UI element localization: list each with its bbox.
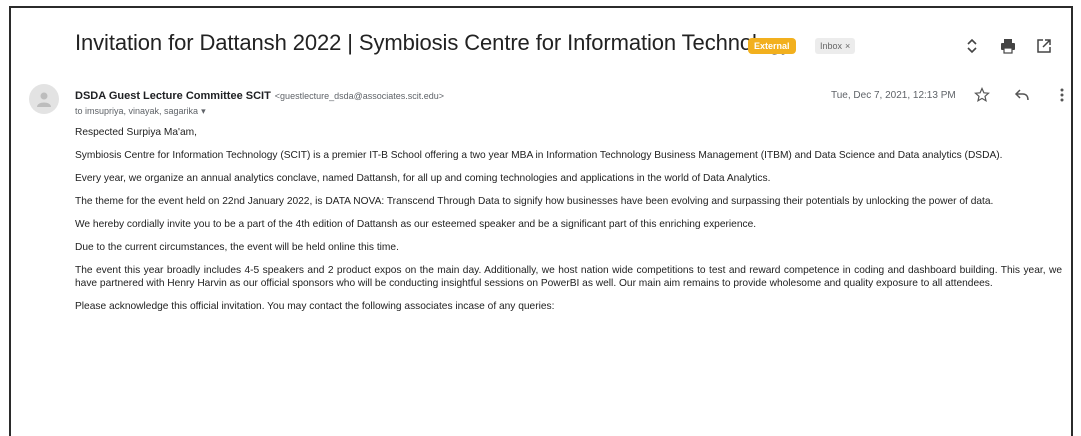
chevron-down-icon[interactable]: ▾ bbox=[201, 106, 206, 116]
external-label: External bbox=[748, 38, 796, 54]
unfold-icon[interactable] bbox=[961, 35, 983, 57]
star-icon[interactable] bbox=[971, 84, 993, 106]
body-paragraph: The event this year broadly includes 4-5… bbox=[75, 265, 1062, 289]
person-icon bbox=[29, 84, 59, 114]
email-body: Respected Surpiya Ma'am, Symbiosis Centr… bbox=[75, 126, 1062, 323]
subject-row: Invitation for Dattansh 2022 | Symbiosis… bbox=[75, 30, 1061, 62]
reply-icon[interactable] bbox=[1011, 84, 1033, 106]
sender-name[interactable]: DSDA Guest Lecture Committee SCIT bbox=[75, 90, 271, 102]
sender-line: DSDA Guest Lecture Committee SCIT <guestl… bbox=[75, 90, 444, 102]
more-vertical-icon[interactable] bbox=[1051, 84, 1071, 106]
remove-label-icon[interactable]: × bbox=[845, 41, 850, 51]
body-paragraph: We hereby cordially invite you to be a p… bbox=[75, 219, 757, 230]
sender-email: <guestlecture_dsda@associates.scit.edu> bbox=[274, 91, 445, 101]
body-paragraph: Please acknowledge this official invitat… bbox=[75, 301, 555, 312]
body-paragraph: Every year, we organize an annual analyt… bbox=[75, 173, 771, 184]
print-icon[interactable] bbox=[997, 35, 1019, 57]
inbox-label-text: Inbox bbox=[820, 41, 843, 51]
body-paragraph: Due to the current circumstances, the ev… bbox=[75, 242, 399, 253]
body-paragraph: The theme for the event held on 22nd Jan… bbox=[75, 196, 994, 207]
inbox-label[interactable]: Inbox × bbox=[815, 38, 856, 54]
email-subject: Invitation for Dattansh 2022 | Symbiosis… bbox=[75, 30, 792, 55]
body-paragraph: Symbiosis Centre for Information Technol… bbox=[75, 150, 1003, 161]
recipients-line: to imsupriya, vinayak, sagarika ▾ bbox=[75, 106, 206, 117]
open-in-new-window-icon[interactable] bbox=[1033, 35, 1055, 57]
greeting: Respected Surpiya Ma'am, bbox=[75, 127, 197, 138]
email-date: Tue, Dec 7, 2021, 12:13 PM bbox=[831, 90, 956, 101]
recipients: to imsupriya, vinayak, sagarika bbox=[75, 106, 199, 116]
thread-actions bbox=[961, 34, 1055, 58]
email-view: Invitation for Dattansh 2022 | Symbiosis… bbox=[9, 6, 1073, 436]
message-actions bbox=[971, 84, 1071, 106]
